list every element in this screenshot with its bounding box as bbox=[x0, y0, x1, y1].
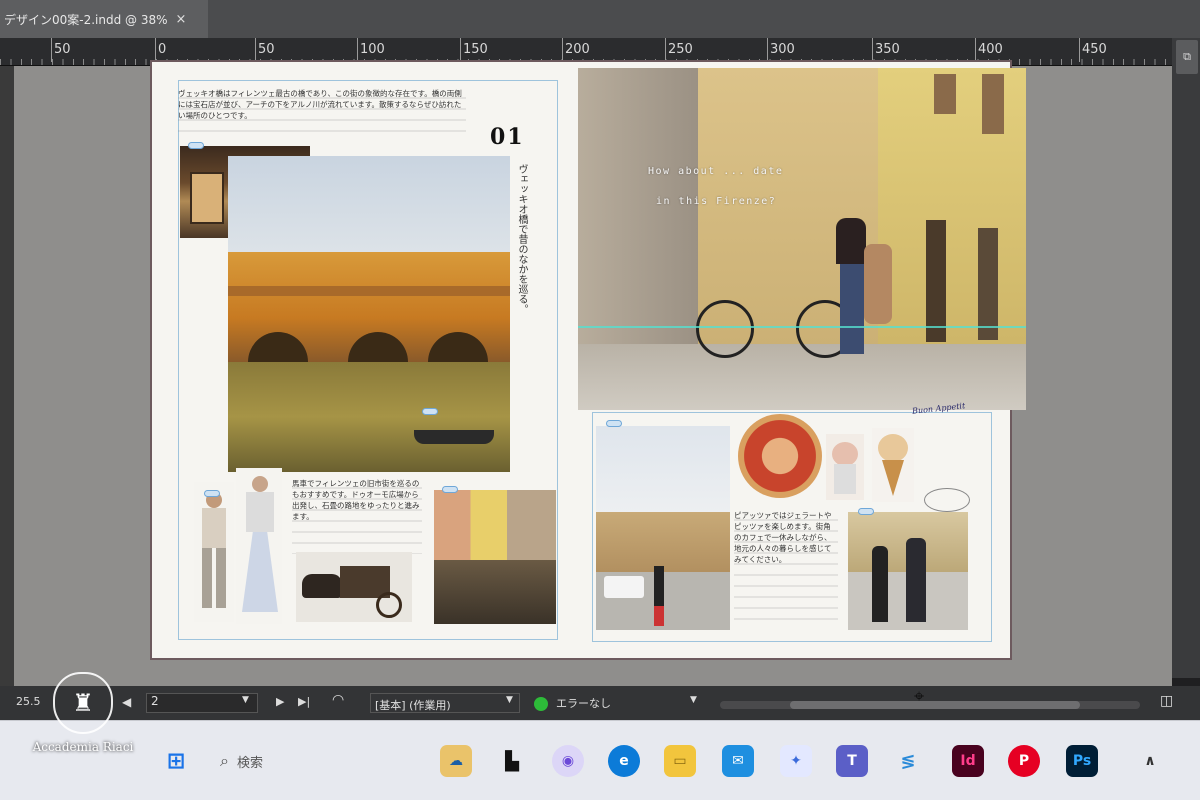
body-text-right[interactable]: ピアッツァではジェラートやピッツァを楽しめます。街角のカフェで一休みしながら、地… bbox=[734, 510, 838, 628]
link-chip-icon[interactable] bbox=[422, 408, 438, 415]
ruler-tick: 100 bbox=[357, 38, 385, 62]
panel-dock: ⧉ bbox=[1172, 38, 1200, 678]
tools-panel-edge bbox=[0, 66, 14, 686]
status-bar: 25.5 ◀ 2 ▼ ▶ ▶| ◠ [基本] (作業用) ▼ エラーなし ▼ ◫ bbox=[0, 686, 1200, 720]
ruler-tick: 150 bbox=[460, 38, 488, 62]
remote-desktop-icon[interactable]: ≶ bbox=[892, 745, 924, 777]
scrollbar-thumb[interactable] bbox=[790, 701, 1080, 709]
pinterest-icon[interactable]: P bbox=[1008, 745, 1040, 777]
gelato-cone-photo[interactable] bbox=[872, 428, 914, 502]
task-view-icon[interactable]: ▙ bbox=[496, 745, 528, 777]
horizontal-scrollbar[interactable] bbox=[720, 701, 1140, 709]
preflight-icon[interactable]: ◠ bbox=[332, 692, 344, 708]
document-tab-bar: デザイン00案-2.indd @ 38% × bbox=[0, 0, 1200, 38]
close-icon[interactable]: × bbox=[176, 12, 187, 27]
woman-dress-photo[interactable] bbox=[236, 468, 282, 624]
chevron-down-icon[interactable]: ▼ bbox=[242, 695, 249, 705]
page-spread[interactable]: ヴェッキオ橋はフィレンツェ最古の橋であり、この街の象徴的な存在です。橋の両側には… bbox=[152, 62, 1026, 658]
walking-people-photo[interactable] bbox=[848, 512, 968, 630]
vertical-caption[interactable]: ヴェッキオ橋で昔のなかを巡る。 bbox=[514, 164, 528, 434]
watermark-text: Accademia Riaci bbox=[32, 740, 134, 754]
ponte-vecchio-photo[interactable] bbox=[228, 156, 510, 472]
body-text-left[interactable]: 馬車でフィレンツェの旧市街を巡るのもおすすめです。ドゥオーモ広場から出発し、石畳… bbox=[292, 478, 422, 554]
ellipse-shape[interactable] bbox=[924, 488, 970, 512]
link-chip-icon[interactable] bbox=[188, 142, 204, 149]
taskbar-search[interactable]: ⌕ 検索 bbox=[210, 745, 410, 777]
ruler-tick: 0 bbox=[154, 38, 167, 62]
ruler-tick: 400 bbox=[975, 38, 1003, 62]
photoshop-icon[interactable]: Ps bbox=[1066, 745, 1098, 777]
error-status-text[interactable]: エラーなし bbox=[556, 695, 611, 711]
link-chip-icon[interactable] bbox=[606, 420, 622, 427]
chevron-down-icon[interactable]: ▼ bbox=[690, 695, 697, 705]
ruler-tick: 200 bbox=[562, 38, 590, 62]
overlay-caption-line1[interactable]: How about ... date bbox=[648, 166, 783, 177]
ruler-tick: 250 bbox=[665, 38, 693, 62]
document-tab-title: デザイン00案-2.indd @ 38% bbox=[4, 12, 168, 27]
cursor-icon: ⌖ bbox=[914, 686, 925, 707]
document-tab[interactable]: デザイン00案-2.indd @ 38% × bbox=[0, 0, 208, 38]
couple-bicycles-photo[interactable] bbox=[578, 68, 1026, 410]
ruler-tick: 450 bbox=[1079, 38, 1107, 62]
link-chip-icon[interactable] bbox=[204, 490, 220, 497]
ruler-tick: 300 bbox=[767, 38, 795, 62]
last-page-icon[interactable]: ▶| bbox=[298, 695, 310, 708]
preflight-profile-value: [基本] (作業用) bbox=[375, 699, 451, 712]
colorful-houses-photo[interactable] bbox=[434, 490, 556, 624]
chevron-down-icon[interactable]: ▼ bbox=[506, 695, 513, 705]
photos-icon[interactable]: ✦ bbox=[780, 745, 812, 777]
woman-cutout-photo[interactable] bbox=[194, 482, 234, 622]
watermark-logo: ♜ Accademia Riaci bbox=[18, 672, 148, 782]
view-mode-icon[interactable]: ◫ bbox=[1160, 693, 1173, 709]
left-page[interactable]: ヴェッキオ橋はフィレンツェ最古の橋であり、この街の象徴的な存在です。橋の両側には… bbox=[152, 62, 578, 658]
right-page[interactable]: How about ... date in this Firenze? Buon… bbox=[578, 62, 1026, 658]
horse-carriage-photo[interactable] bbox=[296, 552, 412, 622]
page-number-value: 2 bbox=[151, 694, 159, 708]
link-chip-icon[interactable] bbox=[442, 486, 458, 493]
edge-icon[interactable]: e bbox=[608, 745, 640, 777]
indesign-icon[interactable]: Id bbox=[952, 745, 984, 777]
street-scene-photo[interactable] bbox=[596, 426, 730, 630]
pizza-photo[interactable] bbox=[738, 414, 822, 498]
widgets-icon[interactable]: ☁ bbox=[440, 745, 472, 777]
teams-icon[interactable]: T bbox=[836, 745, 868, 777]
search-placeholder: 検索 bbox=[236, 755, 263, 771]
ruler-tick: 50 bbox=[51, 38, 71, 62]
intro-text-frame[interactable]: ヴェッキオ橋はフィレンツェ最古の橋であり、この街の象徴的な存在です。橋の両側には… bbox=[178, 88, 466, 136]
gelato-cup-photo[interactable] bbox=[826, 434, 864, 500]
panel-toggle-icon[interactable]: ⧉ bbox=[1176, 40, 1198, 74]
ruler-tick: 350 bbox=[872, 38, 900, 62]
mail-icon[interactable]: ✉ bbox=[722, 745, 754, 777]
copilot-icon[interactable]: ◉ bbox=[552, 745, 584, 777]
link-chip-icon[interactable] bbox=[858, 508, 874, 515]
chevron-up-icon[interactable]: ∧ bbox=[1134, 745, 1166, 777]
ruler-tick: 50 bbox=[255, 38, 275, 62]
overlay-caption-line2[interactable]: in this Firenze? bbox=[656, 196, 776, 207]
next-page-icon[interactable]: ▶ bbox=[276, 695, 284, 708]
windows-taskbar: ⊞ ⌕ 検索 ☁ ▙ ◉ e ▭ ✉ ✦ T ≶ Id P Ps ∧ bbox=[0, 720, 1200, 800]
crest-icon: ♜ bbox=[53, 672, 113, 734]
preflight-profile-field[interactable]: [基本] (作業用) bbox=[370, 693, 520, 713]
windows-start-icon[interactable]: ⊞ bbox=[160, 745, 192, 777]
search-icon: ⌕ bbox=[220, 751, 229, 770]
page-number-mark[interactable]: 01 bbox=[490, 124, 525, 150]
file-explorer-icon[interactable]: ▭ bbox=[664, 745, 696, 777]
error-status-icon bbox=[534, 697, 548, 711]
